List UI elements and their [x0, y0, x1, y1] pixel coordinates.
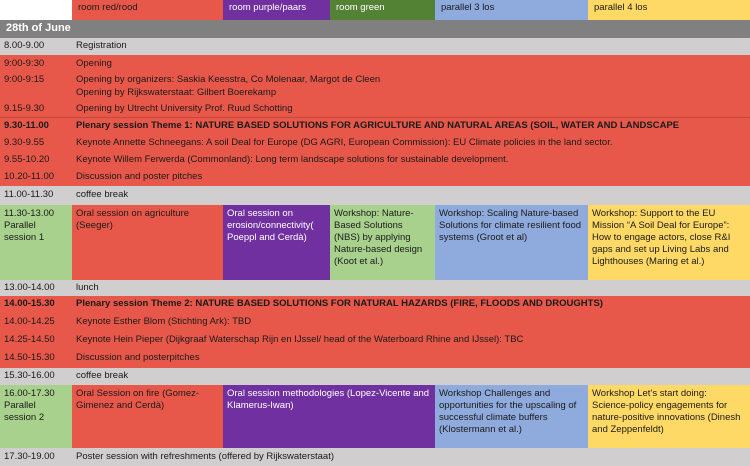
parallel2-label: Parallel session 2	[4, 400, 45, 423]
room-green-header: room green	[330, 0, 435, 20]
plenary2-times: 14.00-15.30 14.00-14.25 14.25-14.50 14.5…	[0, 296, 72, 368]
header-empty-cell	[0, 0, 72, 20]
opening-uu-text: Opening by Utrecht University Prof. Ruud…	[76, 103, 293, 114]
poster-text: Poster session with refreshments (offere…	[76, 451, 335, 462]
parallel2-red-session: Oral Session on fire (Gomez-Gimenez and …	[72, 385, 223, 448]
coffee2-row: 15.30-16.00 coffee break	[0, 368, 750, 385]
keynote4-text: Keynote Hein Pieper (Dijkgraaf Waterscha…	[76, 334, 524, 345]
opening-org-text: Opening by organizers: Saskia Keesstra, …	[76, 74, 381, 85]
coffee2-time: 15.30-16.00	[4, 370, 55, 381]
opening-times: 9:00-9:30 9:00-9:15 9.15-9.30	[0, 55, 72, 117]
parallel2-time: 16.00-17.30	[4, 388, 55, 399]
lunch-time: 13.00-14.00	[4, 282, 55, 293]
plenary2-title: Plenary session Theme 2: NATURE BASED SO…	[76, 298, 603, 309]
parallel1-time-cell: 11.30-13.00 Parallel session 1	[0, 205, 72, 280]
pitches2-text: Discussion and posterpitches	[76, 352, 200, 363]
room-purple-header: room purple/paars	[223, 0, 330, 20]
opening-text: Opening	[76, 58, 112, 69]
parallel2-time-cell: 16.00-17.30 Parallel session 2	[0, 385, 72, 448]
opening-time: 9:00-9:30	[4, 58, 45, 69]
plenary2-block: 14.00-15.30 14.00-14.25 14.25-14.50 14.5…	[0, 296, 750, 368]
lunch-row: 13.00-14.00 lunch	[0, 280, 750, 296]
parallel1-time: 11.30-13.00	[4, 208, 55, 219]
opening-rws-text: Opening by Rijkswaterstaat: Gilbert Boer…	[76, 87, 277, 98]
date-title: 28th of June	[6, 22, 71, 34]
poster-time: 17.30-19.00	[4, 451, 55, 462]
opening-org-time: 9:00-9:15	[4, 74, 45, 85]
pitches1-text: Discussion and poster pitches	[76, 171, 203, 182]
plenary2-time: 14.00-15.30	[4, 298, 55, 309]
plenary1-times: 9.30-11.00 9.30-9.55 9.55-10.20 10.20-11…	[0, 118, 72, 186]
coffee1-time: 11.00-11.30	[4, 189, 54, 200]
plenary1-time: 9.30-11.00	[4, 120, 49, 131]
opening-texts: Opening Opening by organizers: Saskia Ke…	[72, 55, 750, 117]
plenary1-block: 9.30-11.00 9.30-9.55 9.55-10.20 10.20-11…	[0, 117, 750, 186]
parallel1-green-session: Workshop: Nature-Based Solutions (NBS) b…	[330, 205, 435, 280]
coffee2-text: coffee break	[76, 370, 129, 381]
parallel2-purple-session: Oral session methodologies (Lopez-Vicent…	[223, 385, 435, 448]
parallel1-blue-session: Workshop: Scaling Nature-based Solutions…	[435, 205, 588, 280]
lunch-text: lunch	[76, 282, 99, 293]
poster-row: 17.30-19.00 Poster session with refreshm…	[0, 448, 750, 466]
plenary2-texts: Plenary session Theme 2: NATURE BASED SO…	[72, 296, 750, 368]
keynote1-text: Keynote Annette Schneegans: A soil Deal …	[76, 137, 613, 148]
parallel1-row: 11.30-13.00 Parallel session 1 Oral sess…	[0, 205, 750, 280]
keynote2-text: Keynote Willem Ferwerda (Commonland): Lo…	[76, 154, 509, 165]
keynote4-time: 14.25-14.50	[4, 334, 55, 345]
registration-time: 8.00-9.00	[4, 40, 45, 51]
room-header-row: room red/rood room purple/paars room gre…	[0, 0, 750, 20]
parallel1-purple-session: Oral session on erosion/connectivity( Po…	[223, 205, 330, 280]
opening-block: 9:00-9:30 9:00-9:15 9.15-9.30 Opening Op…	[0, 55, 750, 117]
room-red-header: room red/rood	[72, 0, 223, 20]
keynote2-time: 9.55-10.20	[4, 154, 50, 165]
parallel2-row: 16.00-17.30 Parallel session 2 Oral Sess…	[0, 385, 750, 448]
coffee1-text: coffee break	[76, 189, 129, 200]
opening-uu-time: 9.15-9.30	[4, 103, 45, 114]
pitches1-time: 10.20-11.00	[4, 171, 55, 182]
parallel1-red-session: Oral session on agriculture (Seeger)	[72, 205, 223, 280]
keynote1-time: 9.30-9.55	[4, 137, 45, 148]
parallel1-yellow-session: Workshop: Support to the EU Mission “A S…	[588, 205, 750, 280]
schedule-table: room red/rood room purple/paars room gre…	[0, 0, 750, 466]
plenary1-title: Plenary session Theme 1: NATURE BASED SO…	[76, 120, 680, 131]
parallel1-label: Parallel session 1	[4, 220, 45, 243]
pitches2-time: 14.50-15.30	[4, 352, 55, 363]
registration-text: Registration	[76, 40, 127, 51]
parallel-3-header: parallel 3 los	[435, 0, 588, 20]
keynote3-time: 14.00-14.25	[4, 316, 55, 327]
parallel2-blue-session: Workshop Challenges and opportunities fo…	[435, 385, 588, 448]
plenary1-texts: Plenary session Theme 1: NATURE BASED SO…	[72, 118, 750, 186]
coffee1-row: 11.00-11.30 coffee break	[0, 186, 750, 205]
parallel-4-header: parallel 4 los	[588, 0, 750, 20]
parallel2-yellow-session: Workshop Let’s start doing: Science-poli…	[588, 385, 750, 448]
registration-row: 8.00-9.00 Registration	[0, 38, 750, 55]
date-bar: 28th of June	[0, 20, 750, 38]
keynote3-text: Keynote Esther Blom (Stichting Ark): TBD	[76, 316, 252, 327]
